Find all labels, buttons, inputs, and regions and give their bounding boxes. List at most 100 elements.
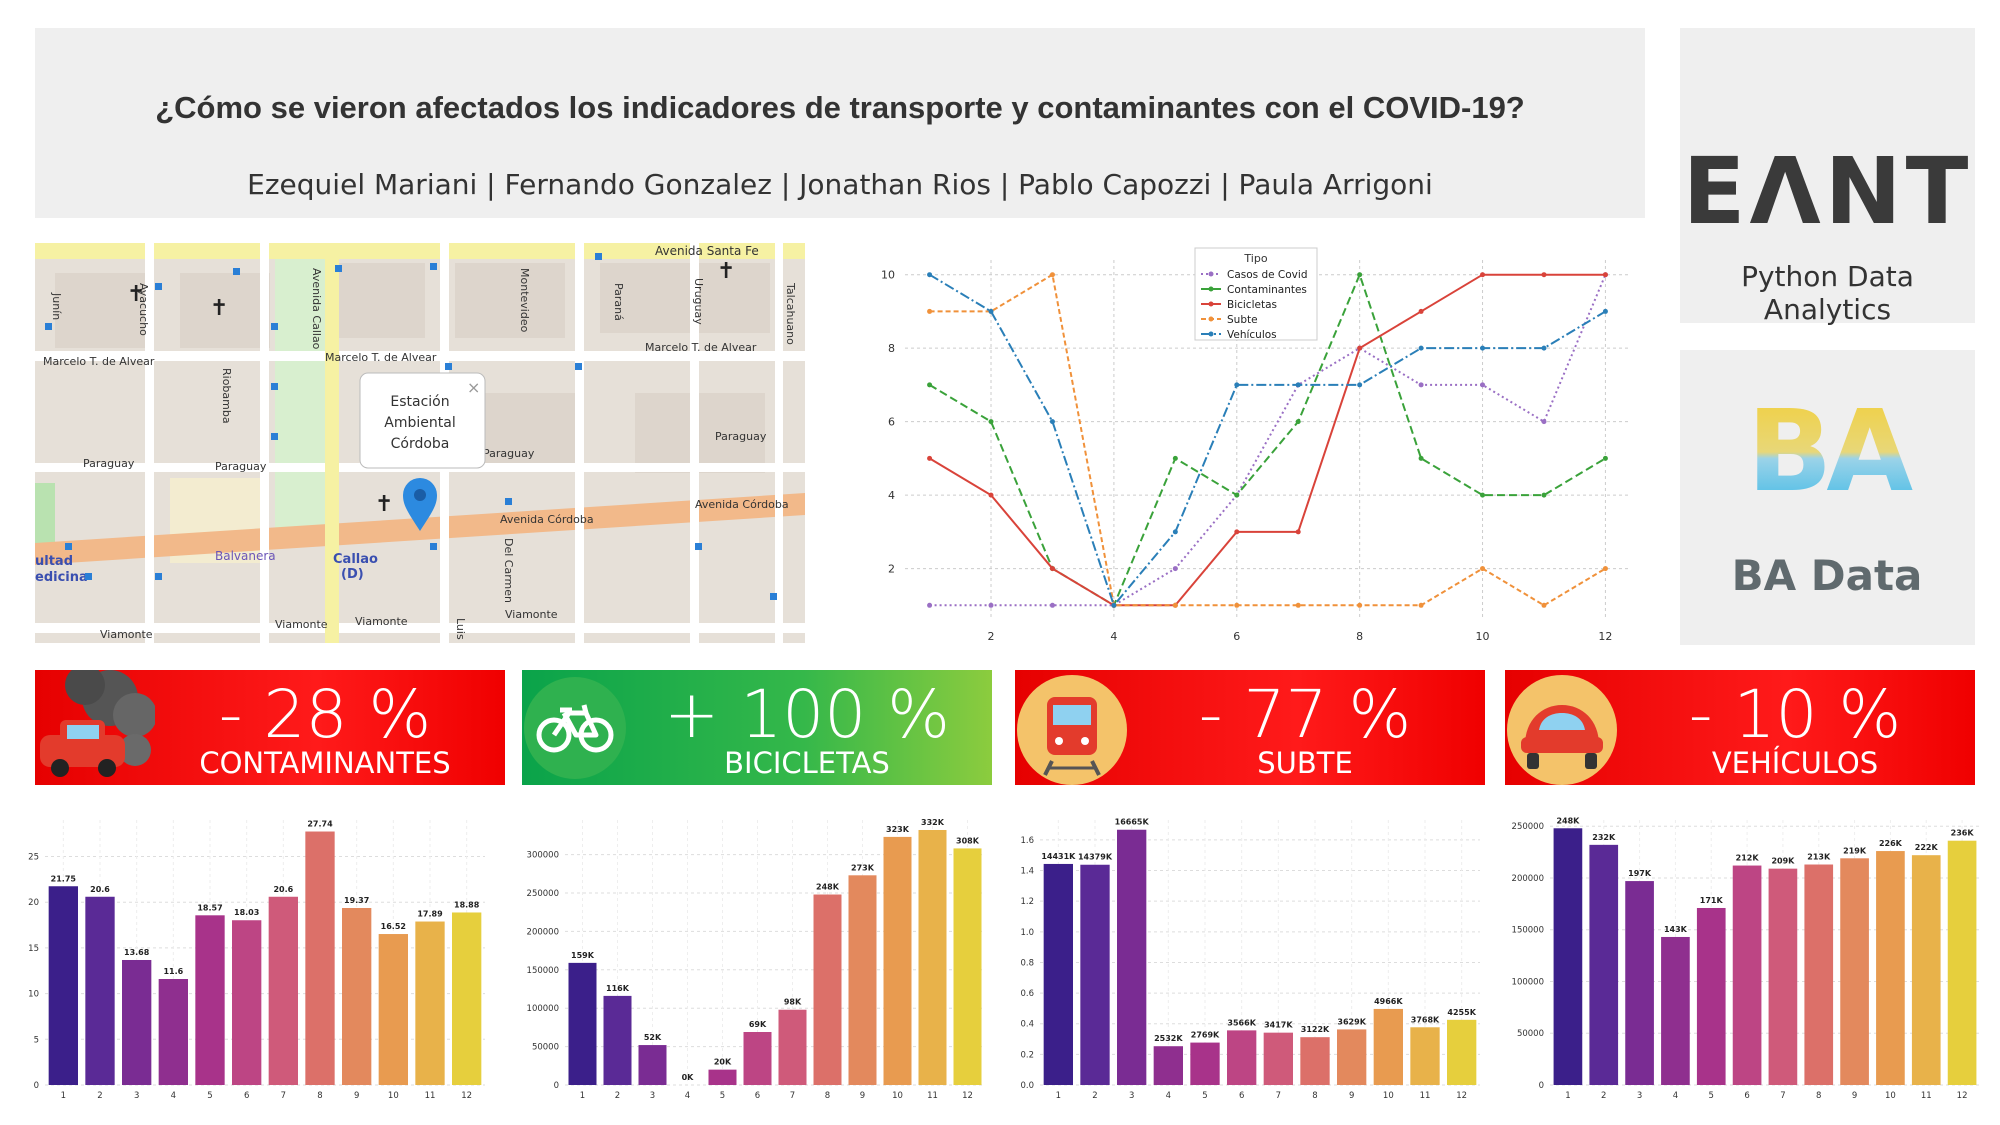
legend-label: Bicicletas <box>1227 299 1277 311</box>
bar <box>1153 1046 1183 1085</box>
x-tick-label: 9 <box>1349 1091 1354 1101</box>
bar <box>1410 1027 1440 1085</box>
series-point <box>1357 382 1363 388</box>
map-street-viamonte: Viamonte <box>275 618 328 631</box>
bar-value-label: 20.6 <box>90 885 110 894</box>
bar-value-label: 52K <box>644 1033 662 1042</box>
series-point <box>1172 602 1178 608</box>
bar-value-label: 14431K <box>1041 852 1076 861</box>
x-tick-label: 2 <box>97 1091 102 1101</box>
series-point <box>1480 566 1486 572</box>
bar-value-label: 17.89 <box>417 910 443 919</box>
bar <box>1947 840 1977 1085</box>
bar <box>1911 855 1941 1085</box>
church-icon: ✝ <box>375 492 393 517</box>
bar <box>813 894 842 1085</box>
series-point <box>988 419 994 425</box>
legend-label: Vehículos <box>1227 329 1277 341</box>
bar-value-label: 212K <box>1736 854 1760 863</box>
y-tick-label: 200000 <box>527 927 559 937</box>
x-tick-label: 10 <box>1476 630 1490 643</box>
bar-value-label: 18.57 <box>197 903 222 912</box>
series-point <box>1418 382 1424 388</box>
y-tick-label: 6 <box>888 416 895 429</box>
bar <box>232 920 262 1085</box>
legend-marker <box>1208 271 1214 277</box>
bar-value-label: 18.03 <box>234 908 259 917</box>
map-popup-line: Ambiental <box>384 415 455 431</box>
series-point <box>1418 308 1424 314</box>
x-tick-label: 7 <box>790 1091 795 1101</box>
bar-value-label: 21.75 <box>51 874 77 883</box>
series-point <box>1480 492 1486 498</box>
car-smoke-icon <box>40 670 155 777</box>
series-point <box>1541 345 1547 351</box>
series-point <box>1049 566 1055 572</box>
map-popup[interactable]: × Estación Ambiental Córdoba <box>359 372 486 469</box>
map-street-del-carmen: Del Carmen <box>502 538 515 603</box>
x-tick-label: 3 <box>1637 1091 1642 1101</box>
bar-value-label: 3417K <box>1264 1021 1293 1030</box>
banner-label: CONTAMINANTES <box>199 746 451 780</box>
x-tick-label: 9 <box>860 1091 865 1101</box>
y-tick-label: 10 <box>881 269 895 282</box>
bar-value-label: 248K <box>816 883 840 892</box>
x-tick-label: 7 <box>1276 1091 1281 1101</box>
series-point <box>1295 382 1301 388</box>
map-popup-line: Estación <box>390 394 449 410</box>
map-street-cordoba: Avenida Córdoba <box>695 498 789 511</box>
x-tick-label: 8 <box>317 1091 322 1101</box>
x-tick-label: 2 <box>1092 1091 1097 1101</box>
bar-value-label: 116K <box>606 984 630 993</box>
legend-marker <box>1208 301 1214 307</box>
y-tick-label: 2 <box>888 563 895 576</box>
map-street-uruguay: Uruguay <box>692 278 705 325</box>
map-place-callao-d: (D) <box>341 567 364 582</box>
bar-value-label: 20K <box>714 1058 732 1067</box>
legend-title: Tipo <box>1243 252 1267 265</box>
bar <box>1696 907 1726 1085</box>
eant-subtitle: Python Data Analytics <box>1741 260 1914 326</box>
bar-value-label: 2532K <box>1154 1034 1183 1043</box>
x-tick-label: 11 <box>425 1091 436 1101</box>
map-svg: Avenida Santa Fe Marcelo T. de Alvear Ma… <box>35 243 805 643</box>
bar <box>848 875 877 1085</box>
bar <box>638 1045 667 1085</box>
bar <box>1732 865 1762 1085</box>
map-street-riobamba: Riobamba <box>220 368 233 424</box>
series-point <box>1541 602 1547 608</box>
series-point <box>1234 382 1240 388</box>
x-tick-label: 12 <box>1456 1091 1467 1101</box>
x-tick-label: 8 <box>825 1091 830 1101</box>
page-title: ¿Cómo se vieron afectados los indicadore… <box>155 90 1525 125</box>
bar-value-label: 16665K <box>1115 818 1150 827</box>
x-tick-label: 6 <box>1744 1091 1749 1101</box>
series-point <box>1541 419 1547 425</box>
banner-bicicletas: + 100 % BICICLETAS <box>522 670 992 785</box>
y-tick-label: 20 <box>28 898 39 908</box>
bar-value-label: 226K <box>1879 839 1903 848</box>
x-tick-label: 12 <box>1598 630 1612 643</box>
map-place-facultad: edicina <box>35 570 88 585</box>
map-street-viamonte: Viamonte <box>355 615 408 628</box>
series-point <box>1541 272 1547 278</box>
map-street-montevideo: Montevideo <box>518 268 531 333</box>
bar <box>1840 858 1869 1085</box>
bar <box>1080 864 1110 1085</box>
bar <box>1043 863 1073 1085</box>
church-icon: ✝ <box>127 282 145 307</box>
legend-marker <box>1208 331 1214 337</box>
series-point <box>1357 602 1363 608</box>
series-point <box>1295 602 1301 608</box>
bar-value-label: 11.6 <box>163 967 183 976</box>
bar-value-label: 143K <box>1664 925 1688 934</box>
map-view[interactable]: Avenida Santa Fe Marcelo T. de Alvear Ma… <box>35 243 805 643</box>
bar-value-label: 19.37 <box>344 896 369 905</box>
banner-label: SUBTE <box>1257 746 1353 780</box>
legend-marker <box>1208 286 1214 292</box>
y-tick-label: 0.6 <box>1020 989 1034 999</box>
bar <box>883 836 912 1085</box>
series-point <box>1234 602 1240 608</box>
map-street-santa-fe: Avenida Santa Fe <box>655 244 759 258</box>
x-tick-label: 1 <box>61 1091 66 1101</box>
